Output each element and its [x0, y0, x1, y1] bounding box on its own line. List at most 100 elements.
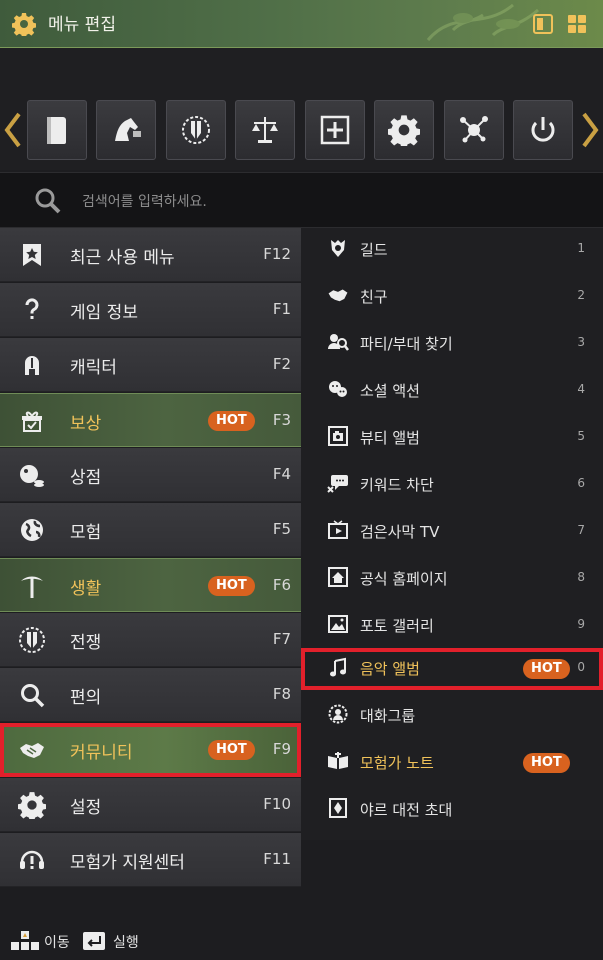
- category-community[interactable]: 커뮤니티 HOT F9: [0, 723, 301, 777]
- quick-slot-3[interactable]: [166, 100, 226, 160]
- search-icon: [35, 188, 61, 214]
- tv-play-icon: [328, 520, 348, 539]
- submenu-item-social-action[interactable]: 소셜 액션 4: [301, 369, 603, 413]
- submenu-item-music-album[interactable]: 음악 앨범 HOT 0: [301, 648, 603, 690]
- leaf-decoration: [426, 3, 540, 41]
- category-label: 캐릭터: [70, 358, 117, 378]
- submenu-label: 모험가 노트: [360, 754, 434, 772]
- gift-check-icon: [22, 411, 42, 432]
- category-label: 생활: [70, 579, 102, 599]
- photo-frame-icon: [328, 426, 348, 446]
- war-emblem-icon: [182, 116, 210, 144]
- hot-badge: HOT: [208, 740, 255, 760]
- quick-slot-6[interactable]: [374, 100, 434, 160]
- open-book-icon: [328, 752, 348, 769]
- quick-slot-1[interactable]: [27, 100, 87, 160]
- category-reward[interactable]: 보상 HOT F3: [0, 393, 301, 447]
- submenu-item-keyword-block[interactable]: 키워드 차단 6: [301, 463, 603, 507]
- submenu-item-chat-group[interactable]: 대화그룹: [301, 694, 603, 738]
- page-title: 메뉴 편집: [48, 15, 116, 35]
- window-header: 메뉴 편집: [0, 0, 603, 48]
- key-hint-footer: 이동 실행: [0, 888, 301, 960]
- shortcut-key: F9: [272, 740, 291, 758]
- node-network-icon: [460, 116, 488, 143]
- shop-coin-icon: [20, 465, 44, 487]
- category-label: 게임 정보: [70, 303, 138, 323]
- category-adventure[interactable]: 모험 F5: [0, 503, 301, 557]
- category-label: 상점: [70, 468, 102, 488]
- category-recent[interactable]: 최근 사용 메뉴 F12: [0, 228, 301, 282]
- submenu-item-beauty-album[interactable]: 뷰티 앨범 5: [301, 416, 603, 460]
- submenu-item-yar-invite[interactable]: 야르 대전 초대: [301, 788, 603, 832]
- shortcut-key: 4: [577, 382, 585, 396]
- submenu-item-official-homepage[interactable]: 공식 홈페이지 8: [301, 557, 603, 601]
- category-label: 설정: [70, 798, 102, 818]
- guild-crest-icon: [331, 240, 345, 257]
- shortcut-key: F5: [272, 520, 291, 538]
- music-note-icon: [330, 657, 346, 677]
- submenu-item-friends[interactable]: 친구 2: [301, 275, 603, 319]
- quick-slot-7[interactable]: [444, 100, 504, 160]
- hot-badge: HOT: [208, 576, 255, 596]
- quick-slot-4[interactable]: [235, 100, 295, 160]
- helmet-icon: [25, 356, 39, 375]
- submenu-label: 검은사막 TV: [360, 523, 440, 541]
- shortcut-key: F7: [272, 630, 291, 648]
- magnifier-icon: [21, 684, 45, 708]
- hot-badge: HOT: [523, 659, 570, 679]
- enter-key-icon: [83, 932, 105, 950]
- submenu-item-black-desert-tv[interactable]: 검은사막 TV 7: [301, 510, 603, 554]
- submenu-label: 야르 대전 초대: [360, 801, 453, 819]
- quick-slot-8[interactable]: [513, 100, 573, 160]
- category-life[interactable]: 생활 HOT F6: [0, 558, 301, 612]
- chevron-left-icon[interactable]: [4, 112, 22, 148]
- shortcut-key: F8: [272, 685, 291, 703]
- category-character[interactable]: 캐릭터 F2: [0, 338, 301, 392]
- submenu-item-photo-gallery[interactable]: 포토 갤러리 9: [301, 604, 603, 648]
- category-game-info[interactable]: 게임 정보 F1: [0, 283, 301, 337]
- category-support-center[interactable]: 모험가 지원센터 F11: [0, 833, 301, 887]
- home-page-icon: [328, 567, 348, 587]
- category-war[interactable]: 전쟁 F7: [0, 613, 301, 667]
- category-settings[interactable]: 설정 F10: [0, 778, 301, 832]
- category-label: 보상: [70, 414, 102, 434]
- search-input[interactable]: [80, 187, 564, 217]
- horse-icon: [115, 118, 141, 141]
- quick-slot-5[interactable]: [305, 100, 365, 160]
- shortcut-key: 0: [577, 660, 585, 674]
- shortcut-key: F10: [263, 795, 291, 813]
- submenu-label: 대화그룹: [360, 707, 416, 725]
- chevron-right-icon[interactable]: [581, 112, 599, 148]
- submenu-label: 키워드 차단: [360, 476, 434, 494]
- question-icon: [25, 298, 39, 319]
- category-label: 전쟁: [70, 633, 102, 653]
- category-label: 최근 사용 메뉴: [70, 248, 175, 268]
- submenu-item-guild[interactable]: 길드 1: [301, 228, 603, 272]
- submenu-item-party-search[interactable]: 파티/부대 찾기 3: [301, 322, 603, 366]
- shortcut-key: 6: [577, 476, 585, 490]
- submenu-label: 공식 홈페이지: [360, 570, 448, 588]
- shortcut-key: 9: [577, 617, 585, 631]
- card-invite-icon: [329, 798, 347, 818]
- shortcut-key: F3: [272, 411, 291, 429]
- category-list: 최근 사용 메뉴 F12 게임 정보 F1 캐릭터 F2 보상 HOT F3 상…: [0, 228, 301, 888]
- handshake-icon: [20, 743, 44, 758]
- submenu-label: 소셜 액션: [360, 382, 420, 400]
- shortcut-key: F6: [272, 576, 291, 594]
- submenu-item-adventurer-note[interactable]: 모험가 노트 HOT: [301, 741, 603, 785]
- community-submenu: 길드 1 친구 2 파티/부대 찾기 3 소셜 액션 4 뷰티 앨범 5 키워드…: [301, 228, 603, 840]
- category-convenience[interactable]: 편의 F8: [0, 668, 301, 722]
- shortcut-key: 7: [577, 523, 585, 537]
- hot-badge: HOT: [208, 411, 255, 431]
- submenu-label: 포토 갤러리: [360, 617, 434, 635]
- gear-icon: [12, 13, 36, 36]
- plus-square-icon: [320, 115, 350, 145]
- single-panel-icon[interactable]: [532, 13, 554, 35]
- category-shop[interactable]: 상점 F4: [0, 448, 301, 502]
- submenu-label: 음악 앨범: [360, 660, 420, 678]
- shortcut-key: 3: [577, 335, 585, 349]
- search-bar: [0, 172, 603, 228]
- party-search-icon: [328, 334, 349, 351]
- quick-slot-2[interactable]: [96, 100, 156, 160]
- grid-view-icon[interactable]: [566, 13, 588, 35]
